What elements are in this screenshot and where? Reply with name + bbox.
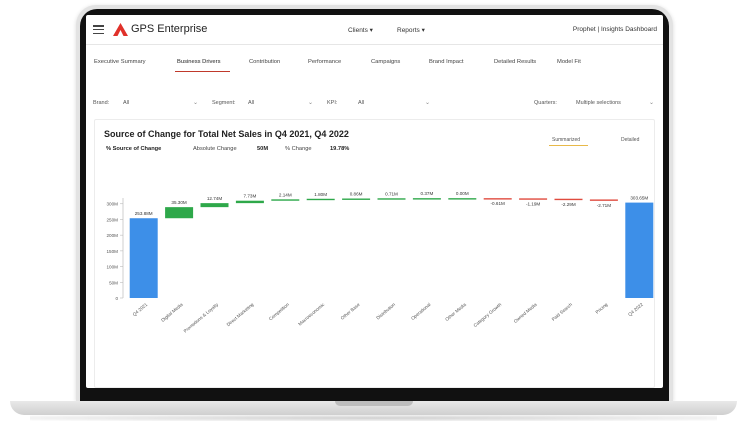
waterfall-chart: 0 50M 100M 150M 200M 250M 300M 253.88M Q4 2021 35…	[107, 191, 654, 334]
waterfall-bar	[412, 198, 441, 200]
waterfall-bar	[271, 199, 300, 201]
bar-value-label: 7.73M	[244, 194, 257, 199]
bar-value-label: -2.29M	[561, 202, 575, 207]
bar-value-label: 0.37M	[421, 191, 434, 196]
waterfall-bar	[448, 198, 477, 200]
bar-value-label: -2.71M	[597, 203, 611, 208]
waterfall-bar	[625, 202, 654, 298]
waterfall-bar	[200, 203, 229, 208]
x-category-label: Q4 2021	[132, 302, 149, 317]
x-category-label: Owned Media	[513, 302, 538, 324]
bar-value-label: 303.65M	[630, 196, 648, 201]
waterfall-bar	[306, 198, 335, 201]
bar-value-label: 35.30M	[171, 200, 186, 205]
y-tick-label: 0	[115, 296, 118, 301]
bar-value-label: 1.80M	[314, 192, 327, 197]
waterfall-bar	[377, 198, 406, 200]
bar-value-label: 12.74M	[207, 196, 222, 201]
waterfall-bar	[589, 199, 618, 201]
waterfall-bar	[235, 200, 264, 204]
y-tick-label: 150M	[107, 249, 119, 254]
x-category-label: Other Media	[444, 302, 467, 322]
laptop-mockup: GPS Enterprise Clients ▾ Reports ▾ Proph…	[0, 0, 747, 423]
bar-value-label: 253.88M	[135, 211, 153, 216]
x-category-label: Operational	[410, 302, 431, 321]
x-category-label: Pricing	[595, 302, 609, 315]
waterfall-bar	[165, 207, 194, 219]
app-screen: GPS Enterprise Clients ▾ Reports ▾ Proph…	[86, 15, 663, 388]
waterfall-bar	[129, 218, 158, 298]
waterfall-bar	[483, 198, 512, 200]
x-category-label: Paid Search	[551, 302, 574, 322]
x-category-label: Other Base	[340, 302, 361, 321]
laptop-shadow	[30, 415, 717, 421]
bar-value-label: -0.61M	[491, 201, 505, 206]
x-category-label: Q4 2022	[627, 302, 644, 317]
x-category-label: Distribution	[375, 302, 396, 321]
x-category-label: Digital Media	[160, 302, 184, 323]
waterfall-bar	[554, 198, 583, 201]
y-tick-label: 300M	[107, 202, 119, 207]
bar-value-label: 0.86M	[350, 191, 363, 196]
x-category-label: Macroeconomic	[297, 301, 326, 326]
bar-value-label: 0.71M	[385, 191, 398, 196]
laptop-notch	[335, 401, 413, 406]
bar-value-label: 0.00M	[456, 191, 469, 196]
x-category-label: Direct Marketing	[226, 302, 255, 328]
y-tick-label: 100M	[107, 265, 119, 270]
waterfall-bar	[519, 198, 548, 200]
y-tick-label: 250M	[107, 217, 119, 222]
waterfall-bar	[342, 198, 371, 200]
x-category-label: Promotions & Loyalty	[183, 301, 220, 333]
y-tick-label: 50M	[109, 280, 118, 285]
y-tick-label: 200M	[107, 233, 119, 238]
bar-value-label: -1.19M	[526, 201, 540, 206]
bar-value-label: 2.14M	[279, 192, 292, 197]
x-category-label: Competition	[268, 302, 290, 322]
x-category-label: Category Growth	[473, 302, 503, 328]
